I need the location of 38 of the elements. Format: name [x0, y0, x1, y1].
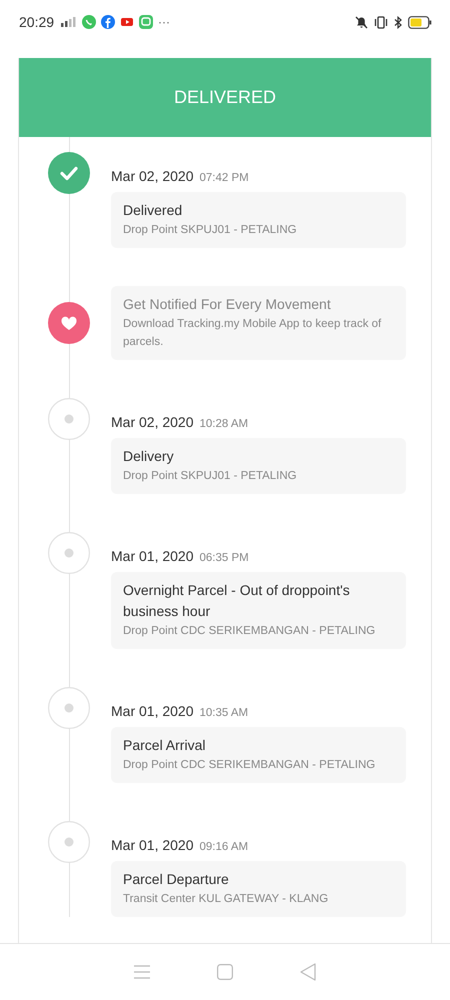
- event-time: 07:42 PM: [200, 172, 249, 184]
- check-icon: [48, 152, 90, 194]
- event-location: Drop Point CDC SERIKEMBANGAN - PETALING: [123, 758, 376, 773]
- event-location: Drop Point SKPUJ01 - PETALING: [123, 469, 298, 484]
- vibrate-icon: [373, 16, 389, 28]
- event-title: Parcel Departure: [123, 870, 230, 889]
- event-date: Mar 02, 2020: [111, 168, 194, 184]
- chat-app-icon: [82, 15, 96, 29]
- battery-icon: [408, 16, 432, 28]
- message-app-icon: [139, 15, 154, 29]
- event-title: Delivery: [123, 447, 175, 466]
- event-date: Mar 02, 2020: [111, 414, 194, 430]
- event-time: 09:16 AM: [200, 841, 248, 853]
- event-date: Mar 01, 2020: [111, 703, 194, 719]
- event-date: Mar 01, 2020: [111, 548, 194, 564]
- signal-icon: [61, 16, 78, 28]
- home-icon[interactable]: [216, 964, 233, 980]
- event-time: 10:28 AM: [200, 418, 248, 430]
- event-date: Mar 01, 2020: [111, 837, 194, 853]
- event-location: Transit Center KUL GATEWAY - KLANG: [123, 892, 330, 907]
- event-title: Parcel Arrival: [123, 736, 206, 755]
- event-location: Drop Point SKPUJ01 - PETALING: [123, 223, 298, 238]
- status-time: 20:29: [19, 14, 54, 30]
- event-location: Drop Point CDC SERIKEMBANGAN - PETALING: [123, 624, 376, 639]
- event-time: 06:35 PM: [200, 552, 249, 564]
- mute-icon: [355, 16, 368, 28]
- social-app-icon: [101, 15, 116, 29]
- event-title: Get Notified For Every Movement: [123, 295, 332, 314]
- event-title: Delivered: [123, 201, 184, 220]
- event-location: Download Tracking.my Mobile App to keep track of parcels.: [123, 317, 382, 350]
- menu-icon[interactable]: [134, 965, 150, 979]
- status-title: DELIVERED: [174, 87, 276, 108]
- video-app-icon: [120, 15, 134, 29]
- back-icon[interactable]: [300, 963, 316, 981]
- bluetooth-icon: [394, 16, 403, 28]
- more-notifications: ···: [158, 15, 170, 29]
- event-time: 10:35 AM: [200, 707, 248, 719]
- event-title: Overnight Parcel - Out of droppoint's business hour: [123, 581, 351, 621]
